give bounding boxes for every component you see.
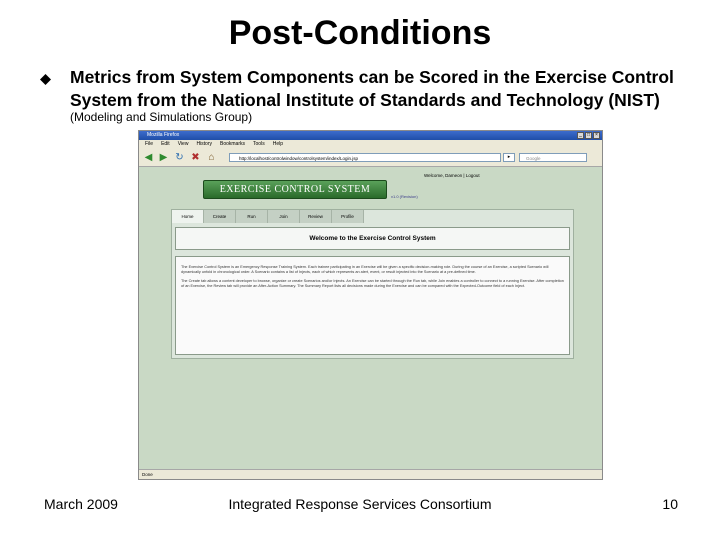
welcome-user-link[interactable]: Welcome, Dameon | Logout: [424, 173, 480, 178]
search-input[interactable]: Google: [519, 153, 587, 162]
menu-file[interactable]: File: [145, 140, 153, 149]
browser-toolbar: ◀ ▶ ↻ ✖ ⌂ http://localhost/controlwindow…: [139, 149, 602, 167]
welcome-heading: Welcome to the Exercise Control System: [175, 227, 570, 250]
status-bar: Done: [139, 469, 602, 479]
description-paragraph: The Create tab allows a content develope…: [181, 279, 564, 288]
browser-content: Welcome, Dameon | Logout EXERCISE CONTRO…: [139, 167, 602, 469]
browser-screenshot: Mozilla Firefox _ □ × File Edit View His…: [138, 130, 603, 480]
footer-organization: Integrated Response Services Consortium: [228, 496, 492, 512]
address-bar[interactable]: http://localhost/controlwindow/controlsy…: [229, 153, 501, 162]
menu-help[interactable]: Help: [273, 140, 283, 149]
menu-edit[interactable]: Edit: [161, 140, 170, 149]
browser-titlebar: Mozilla Firefox _ □ ×: [139, 131, 602, 140]
browser-menubar: File Edit View History Bookmarks Tools H…: [139, 140, 602, 149]
page-number: 10: [662, 496, 678, 512]
forward-icon[interactable]: ▶: [158, 152, 169, 163]
bullet-text: Metrics from System Components can be Sc…: [70, 67, 674, 110]
tab-join[interactable]: Join: [268, 210, 300, 223]
reload-icon[interactable]: ↻: [174, 152, 185, 163]
version-label: v1.0 (Revision): [391, 194, 418, 199]
tab-create[interactable]: Create: [204, 210, 236, 223]
description-paragraph: The Exercise Control System is an Emerge…: [181, 265, 549, 274]
back-icon[interactable]: ◀: [143, 152, 154, 163]
browser-title: Mozilla Firefox: [147, 132, 180, 138]
diamond-bullet-icon: [40, 74, 51, 85]
tab-bar: Home Create Run Join Review Profile: [172, 210, 364, 223]
main-panel: Home Create Run Join Review Profile Welc…: [171, 209, 574, 359]
stop-icon[interactable]: ✖: [190, 152, 201, 163]
go-icon[interactable]: ▸: [503, 153, 515, 162]
close-icon[interactable]: ×: [593, 132, 600, 139]
slide-title: Post-Conditions: [228, 14, 492, 52]
menu-tools[interactable]: Tools: [253, 140, 265, 149]
home-icon[interactable]: ⌂: [206, 152, 217, 163]
ecs-banner: EXERCISE CONTROL SYSTEM: [203, 180, 387, 199]
tab-review[interactable]: Review: [300, 210, 332, 223]
menu-view[interactable]: View: [178, 140, 189, 149]
menu-bookmarks[interactable]: Bookmarks: [220, 140, 245, 149]
minimize-icon[interactable]: _: [577, 132, 584, 139]
tab-profile[interactable]: Profile: [332, 210, 364, 223]
description-box: The Exercise Control System is an Emerge…: [175, 256, 570, 355]
maximize-icon[interactable]: □: [585, 132, 592, 139]
tab-home[interactable]: Home: [172, 210, 204, 223]
menu-history[interactable]: History: [196, 140, 212, 149]
bullet-subtext: (Modeling and Simulations Group): [70, 110, 253, 124]
tab-run[interactable]: Run: [236, 210, 268, 223]
